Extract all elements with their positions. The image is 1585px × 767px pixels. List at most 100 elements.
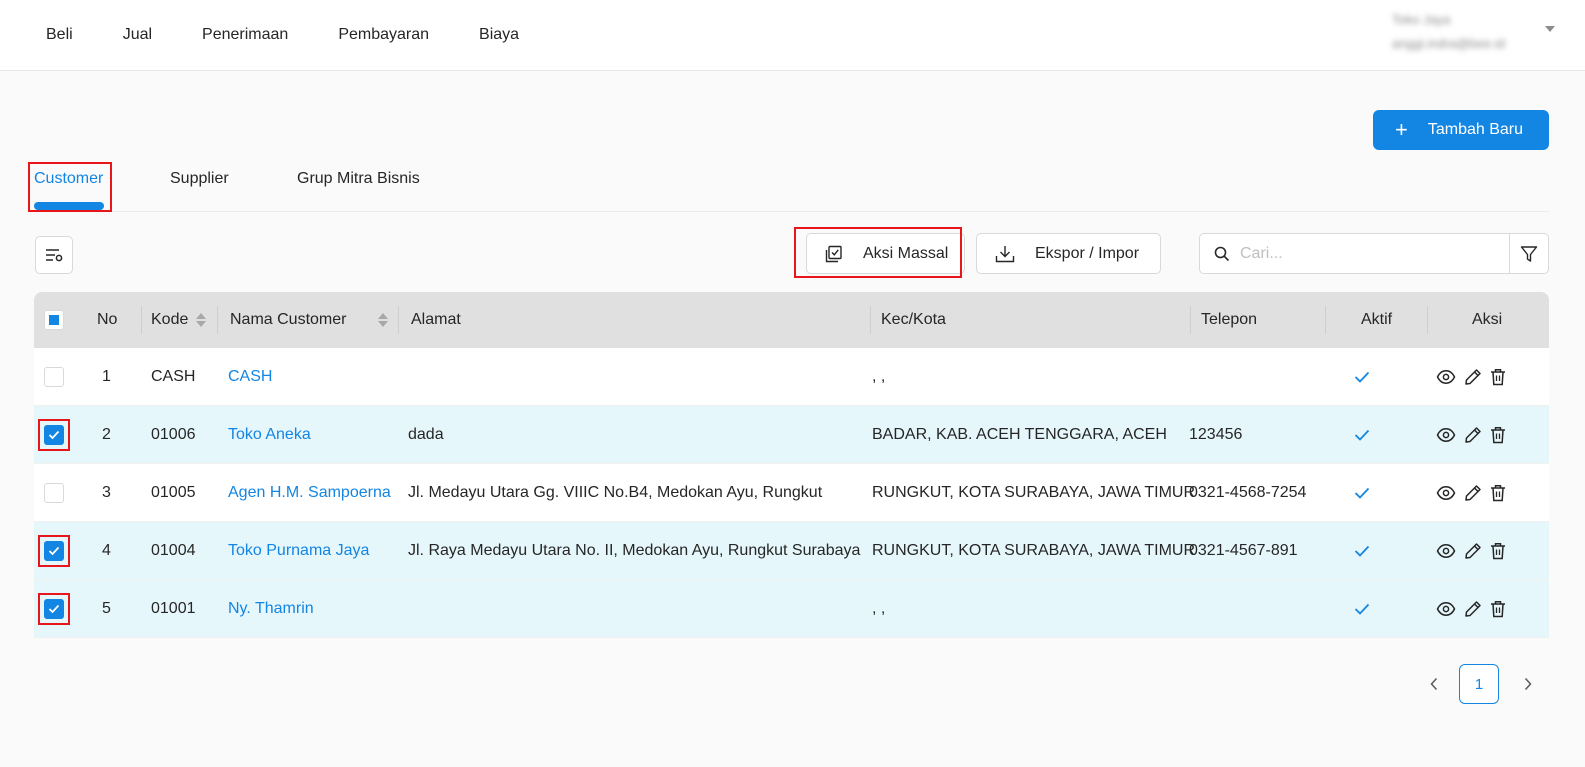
cell-nama-customer-link[interactable]: Ny. Thamrin — [228, 580, 314, 638]
cell-kode: 01005 — [151, 484, 196, 501]
row-checkbox[interactable] — [44, 599, 64, 619]
filter-button[interactable] — [1509, 233, 1549, 274]
chevron-left-icon — [1430, 677, 1438, 691]
user-menu[interactable]: Toko Jaya anggi.indra@bee.id — [1392, 8, 1542, 62]
row-checkbox[interactable] — [44, 483, 64, 503]
cell-kode: 01006 — [151, 426, 196, 443]
cell-kec-kota: , , — [872, 368, 886, 385]
page-number[interactable]: 1 — [1459, 664, 1499, 704]
check-icon — [1354, 603, 1370, 615]
cell-kec-kota: RUNGKUT, KOTA SURABAYA, JAWA TIMUR — [872, 484, 1196, 501]
cell-aksi — [1436, 464, 1514, 522]
header-alamat: Alamat — [411, 311, 461, 328]
header-kode[interactable]: Kode — [151, 292, 207, 348]
row-checkbox[interactable] — [44, 425, 64, 445]
column-settings-button[interactable] — [35, 236, 73, 274]
tab-grup-label: Grup Mitra Bisnis — [297, 170, 420, 187]
sort-icon[interactable] — [378, 313, 389, 327]
table-header: No Kode Nama Customer Alamat Kec/Kota Te… — [34, 292, 1549, 348]
column-divider — [1190, 306, 1191, 334]
eye-icon[interactable] — [1436, 601, 1456, 617]
search-input[interactable] — [1240, 244, 1480, 263]
cell-aksi — [1436, 348, 1514, 406]
edit-icon[interactable] — [1464, 484, 1482, 502]
edit-icon[interactable] — [1464, 426, 1482, 444]
table-row[interactable]: 2 01006 Toko Aneka dada BADAR, KAB. ACEH TEN… — [34, 406, 1549, 464]
eye-icon[interactable] — [1436, 369, 1456, 385]
cell-alamat: Jl. Raya Medayu Utara No. II, Medokan Ay… — [408, 542, 861, 559]
check-icon — [1354, 487, 1370, 499]
cell-kec-kota: BADAR, KAB. ACEH TENGGARA, ACEH — [872, 426, 1167, 443]
cell-aksi — [1436, 522, 1514, 580]
prev-page-button[interactable] — [1418, 664, 1450, 704]
cell-nama-customer-link[interactable]: Toko Aneka — [228, 406, 311, 464]
tab-grup-mitra-bisnis[interactable]: Grup Mitra Bisnis — [297, 170, 420, 188]
trash-icon[interactable] — [1490, 542, 1506, 560]
table-row[interactable]: 5 01001 Ny. Thamrin , , — [34, 580, 1549, 638]
cell-nama-customer-link[interactable]: CASH — [228, 348, 272, 406]
table-row[interactable]: 1 CASH CASH , , — [34, 348, 1549, 406]
cell-no: 3 — [102, 484, 111, 501]
next-page-button[interactable] — [1512, 664, 1544, 704]
export-import-label: Ekspor / Impor — [1035, 244, 1140, 262]
export-import-button[interactable]: Ekspor / Impor — [976, 233, 1161, 274]
cell-kode: 01004 — [151, 542, 196, 559]
cell-aktif — [1354, 464, 1370, 522]
add-new-button[interactable]: + Tambah Baru — [1373, 110, 1549, 150]
row-select-cell — [44, 464, 64, 522]
topnav-jual[interactable]: Jual — [123, 26, 152, 44]
cell-no: 5 — [102, 600, 111, 617]
cell-aktif — [1354, 406, 1370, 464]
cell-kode: 01001 — [151, 600, 196, 617]
table-row[interactable]: 3 01005 Agen H.M. Sampoerna Jl. Medayu Utar… — [34, 464, 1549, 522]
cell-nama-customer-link[interactable]: Toko Purnama Jaya — [228, 522, 369, 580]
cell-aktif — [1354, 522, 1370, 580]
topnav-beli[interactable]: Beli — [46, 26, 73, 44]
pagination: 1 — [1418, 664, 1553, 704]
eye-icon[interactable] — [1436, 543, 1456, 559]
eye-icon[interactable] — [1436, 485, 1456, 501]
edit-icon[interactable] — [1464, 600, 1482, 618]
customer-table: No Kode Nama Customer Alamat Kec/Kota Te… — [34, 292, 1549, 638]
trash-icon[interactable] — [1490, 368, 1506, 386]
row-checkbox[interactable] — [44, 367, 64, 387]
cell-alamat: Jl. Medayu Utara Gg. VIIIC No.B4, Medoka… — [408, 484, 823, 501]
edit-icon[interactable] — [1464, 542, 1482, 560]
plus-icon: + — [1395, 117, 1408, 142]
trash-icon[interactable] — [1490, 600, 1506, 618]
header-kode-label: Kode — [151, 311, 189, 328]
highlight-tab-customer — [28, 162, 112, 212]
cell-kec-kota: RUNGKUT, KOTA SURABAYA, JAWA TIMUR — [872, 542, 1196, 559]
trash-icon[interactable] — [1490, 484, 1506, 502]
tab-supplier[interactable]: Supplier — [170, 170, 229, 188]
header-nama-label: Nama Customer — [230, 311, 347, 328]
filter-icon — [1520, 245, 1538, 262]
topnav-pembayaran[interactable]: Pembayaran — [338, 26, 429, 44]
cell-nama-customer-link[interactable]: Agen H.M. Sampoerna — [228, 464, 391, 522]
header-no: No — [97, 311, 118, 328]
column-settings-icon — [46, 249, 63, 262]
edit-icon[interactable] — [1464, 368, 1482, 386]
column-divider — [870, 306, 871, 334]
select-all-checkbox[interactable] — [44, 310, 64, 330]
caret-down-icon[interactable] — [1545, 26, 1555, 32]
eye-icon[interactable] — [1436, 427, 1456, 443]
sort-icon[interactable] — [196, 313, 207, 327]
cell-telepon: 0321-4568-7254 — [1189, 484, 1307, 501]
header-nama-customer[interactable]: Nama Customer — [230, 292, 389, 348]
topnav-penerimaan[interactable]: Penerimaan — [202, 26, 288, 44]
highlight-row-checkbox — [38, 535, 70, 567]
cell-alamat: dada — [408, 426, 444, 443]
search-field — [1199, 233, 1510, 274]
column-divider — [1427, 306, 1428, 334]
table-row[interactable]: 4 01004 Toko Purnama Jaya Jl. Raya Medayu U… — [34, 522, 1549, 580]
top-bar: Beli Jual Penerimaan Pembayaran Biaya To… — [0, 0, 1585, 71]
user-name: Toko Jaya — [1392, 12, 1451, 27]
header-telepon: Telepon — [1201, 311, 1258, 328]
topnav-biaya[interactable]: Biaya — [479, 26, 519, 44]
row-checkbox[interactable] — [44, 541, 64, 561]
check-icon — [1354, 429, 1370, 441]
cell-no: 4 — [102, 542, 111, 559]
cell-telepon: 123456 — [1189, 426, 1243, 443]
trash-icon[interactable] — [1490, 426, 1506, 444]
